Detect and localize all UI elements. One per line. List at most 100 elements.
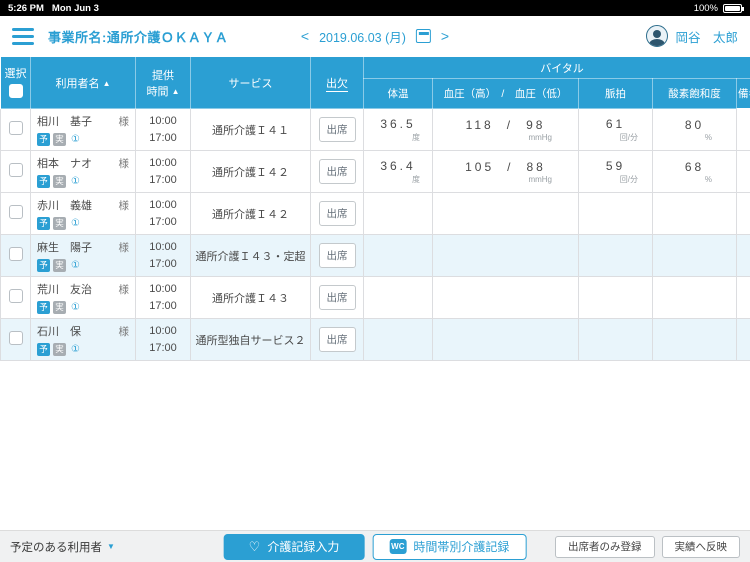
spo2-column-header: 酸素飽和度 bbox=[652, 78, 737, 109]
care-record-input-label: 介護記録入力 bbox=[267, 540, 340, 554]
honorific-label: 様 bbox=[118, 325, 130, 338]
pulse-value: 61 bbox=[605, 116, 626, 131]
battery-icon bbox=[723, 3, 744, 13]
bp-slash: / bbox=[507, 159, 514, 174]
pulse-column-header: 脈拍 bbox=[578, 78, 653, 109]
cell-oxygen-saturation: 68 % bbox=[652, 150, 737, 193]
cell-oxygen-saturation bbox=[652, 234, 737, 277]
time-start: 10:00 bbox=[149, 325, 177, 337]
attendance-button[interactable]: 出席 bbox=[318, 117, 356, 142]
row-checkbox[interactable] bbox=[8, 331, 23, 345]
user-name-column-label: 利用者名 bbox=[55, 77, 100, 90]
table-row: 荒川 友治 様 予 実 ① 10:00 17:00 通所介護Ｉ４３ 出席 bbox=[0, 276, 750, 319]
user-name-column-header[interactable]: 利用者名 ▲ bbox=[30, 56, 136, 109]
user-table: 選択 利用者名 ▲ 提供 時間 ▲ サービス 出欠 バイタル 体温 血圧（高） … bbox=[0, 56, 750, 361]
cell-attendance: 出席 bbox=[310, 150, 364, 193]
care-record-input-button[interactable]: ♡ 介護記録入力 bbox=[223, 533, 365, 560]
attendance-button[interactable]: 出席 bbox=[318, 201, 356, 226]
select-column-header: 選択 bbox=[0, 56, 31, 109]
select-all-checkbox[interactable] bbox=[8, 83, 23, 98]
cell-oxygen-saturation: 80 % bbox=[652, 108, 737, 151]
temperature-value: 36.5 bbox=[380, 116, 416, 131]
cell-service: 通所介護Ｉ４２ bbox=[190, 192, 311, 235]
calendar-icon[interactable] bbox=[415, 29, 431, 43]
cell-time: 10:00 17:00 bbox=[135, 276, 191, 319]
vital-group-header: バイタル bbox=[362, 56, 750, 79]
temp-column-header: 体温 bbox=[363, 78, 433, 109]
attendance-column-header[interactable]: 出欠 bbox=[310, 56, 364, 109]
honorific-label: 様 bbox=[118, 241, 130, 254]
cell-pulse bbox=[578, 234, 653, 277]
register-attendees-only-button[interactable]: 出席者のみ登録 bbox=[555, 535, 655, 558]
attendance-button[interactable]: 出席 bbox=[318, 159, 356, 184]
actual-badge: 実 bbox=[53, 343, 66, 356]
heart-icon: ♡ bbox=[248, 539, 261, 554]
cell-user-name: 相本 ナオ 様 予 実 ① bbox=[30, 150, 136, 193]
table-row: 麻生 陽子 様 予 実 ① 10:00 17:00 通所介護Ｉ４３・定超 出席 bbox=[0, 234, 750, 277]
timeslot-care-record-button[interactable]: WC 時間帯別介護記録 bbox=[372, 533, 527, 560]
plan-badge: 予 bbox=[37, 301, 50, 314]
cell-notes bbox=[735, 108, 750, 151]
time-column-header[interactable]: 提供 時間 ▲ bbox=[135, 56, 191, 109]
menu-icon[interactable] bbox=[12, 27, 34, 45]
prev-date-button[interactable]: < bbox=[301, 29, 309, 43]
honorific-label: 様 bbox=[118, 115, 130, 128]
sort-arrow-icon: ▲ bbox=[171, 86, 180, 96]
reflect-to-actual-button[interactable]: 実績へ反映 bbox=[661, 535, 740, 558]
row-checkbox[interactable] bbox=[8, 163, 23, 177]
cell-notes bbox=[735, 276, 750, 319]
user-account[interactable]: 岡谷 太郎 bbox=[646, 25, 738, 47]
cell-select bbox=[0, 234, 31, 277]
bp-slash: / bbox=[506, 117, 514, 132]
cell-attendance: 出席 bbox=[310, 108, 364, 151]
care-level-icon: ① bbox=[71, 175, 80, 187]
notes-column-header: 備考 bbox=[735, 78, 750, 109]
cell-oxygen-saturation bbox=[652, 318, 737, 361]
cell-notes bbox=[735, 192, 750, 235]
attendance-button[interactable]: 出席 bbox=[318, 243, 356, 268]
table-row: 石川 保 様 予 実 ① 10:00 17:00 通所型独自サービス２ 出席 bbox=[0, 318, 750, 361]
honorific-label: 様 bbox=[118, 283, 130, 296]
cell-service: 通所介護Ｉ４１ bbox=[190, 108, 311, 151]
bp-low-value: 98 bbox=[526, 117, 546, 132]
user-avatar-icon bbox=[646, 25, 669, 47]
cell-service: 通所介護Ｉ４３・定超 bbox=[190, 234, 311, 277]
cell-attendance: 出席 bbox=[310, 276, 364, 319]
row-checkbox[interactable] bbox=[8, 121, 23, 135]
cell-time: 10:00 17:00 bbox=[135, 234, 191, 277]
current-date[interactable]: 2019.06.03 (月) bbox=[319, 27, 406, 46]
row-checkbox[interactable] bbox=[8, 205, 23, 219]
bottom-toolbar: 予定のある利用者 ▼ ♡ 介護記録入力 WC 時間帯別介護記録 出席者のみ登録 … bbox=[0, 530, 750, 562]
spo2-value: 68 bbox=[684, 159, 705, 174]
status-date: Mon Jun 3 bbox=[51, 2, 99, 14]
next-date-button[interactable]: > bbox=[441, 29, 449, 43]
spo2-value: 80 bbox=[684, 117, 705, 132]
wc-icon: WC bbox=[389, 539, 407, 554]
cell-select bbox=[0, 318, 31, 361]
cell-blood-pressure bbox=[432, 276, 579, 319]
time-start: 10:00 bbox=[149, 199, 177, 211]
battery-percent: 100% bbox=[693, 2, 718, 14]
row-checkbox[interactable] bbox=[8, 289, 23, 303]
row-checkbox[interactable] bbox=[8, 247, 23, 261]
time-column-label-2: 時間 bbox=[146, 85, 169, 98]
user-filter-dropdown[interactable]: 予定のある利用者 ▼ bbox=[10, 539, 115, 555]
table-row: 相本 ナオ 様 予 実 ① 10:00 17:00 通所介護Ｉ４２ 出席 36.… bbox=[0, 150, 750, 193]
app-header: 事業所名:通所介護ＯＫＡＹＡ < 2019.06.03 (月) > 岡谷 太郎 bbox=[0, 16, 750, 56]
time-start: 10:00 bbox=[149, 115, 177, 127]
cell-user-name: 相川 基子 様 予 実 ① bbox=[30, 108, 136, 151]
attendance-button[interactable]: 出席 bbox=[318, 327, 356, 352]
cell-select bbox=[0, 276, 31, 319]
time-start: 10:00 bbox=[149, 283, 177, 295]
spo2-unit: % bbox=[704, 174, 712, 184]
bp-low-value: 88 bbox=[526, 159, 546, 174]
attendance-column-label: 出欠 bbox=[326, 77, 348, 92]
actual-badge: 実 bbox=[53, 301, 66, 314]
cell-oxygen-saturation bbox=[652, 192, 737, 235]
plan-badge: 予 bbox=[37, 217, 50, 230]
bp-unit: mmHg bbox=[528, 174, 552, 184]
attendance-button[interactable]: 出席 bbox=[318, 285, 356, 310]
pulse-unit: 回/分 bbox=[619, 174, 638, 184]
care-level-icon: ① bbox=[71, 217, 80, 229]
service-column-header: サービス bbox=[190, 56, 311, 109]
